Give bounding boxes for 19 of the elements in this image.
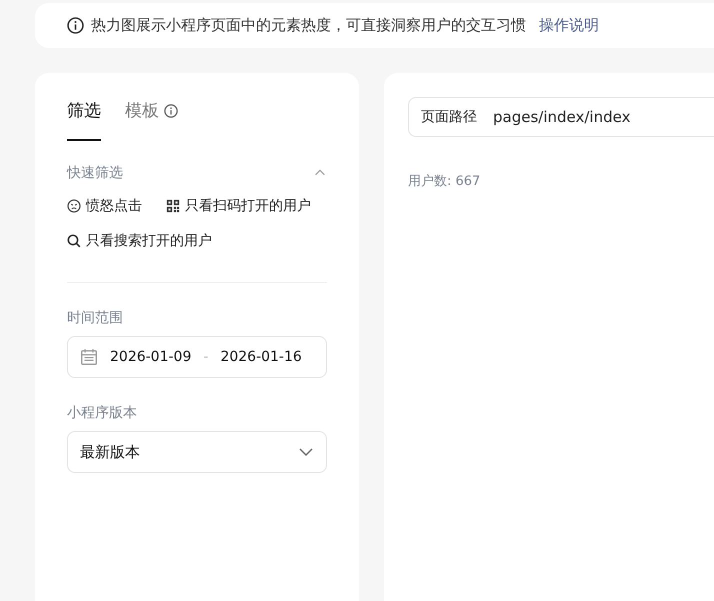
quick-filter-option[interactable]: 愤怒点击 (67, 197, 142, 215)
version-select[interactable]: 最新版本 (67, 431, 327, 473)
filter-tab[interactable]: 模板 (125, 99, 178, 141)
angry-face-icon (67, 199, 81, 213)
field-label: 小程序版本 (67, 404, 138, 422)
info-icon (67, 17, 84, 34)
help-link[interactable]: 操作说明 (539, 16, 599, 35)
page-path-field[interactable]: 页面路径 pages/index/index (408, 97, 714, 137)
quick-filter-option[interactable]: 只看扫码打开的用户 (166, 197, 311, 215)
calendar-icon (80, 348, 98, 366)
notice-text: 热力图展示小程序页面中的元素热度，可直接洞察用户的交互习惯 (91, 16, 526, 35)
date-range-field[interactable]: 2026-01-09 - 2026-01-16 (67, 336, 327, 378)
filter-tab[interactable]: 筛选 (67, 99, 101, 141)
user-count: 用户数: 667 (408, 173, 482, 190)
qr-code-icon (166, 199, 180, 213)
section-label: 快速筛选 (67, 164, 123, 182)
search-icon (67, 234, 81, 248)
quick-filter-option[interactable]: 只看搜索打开的用户 (67, 232, 212, 250)
field-label: 时间范围 (67, 309, 124, 327)
